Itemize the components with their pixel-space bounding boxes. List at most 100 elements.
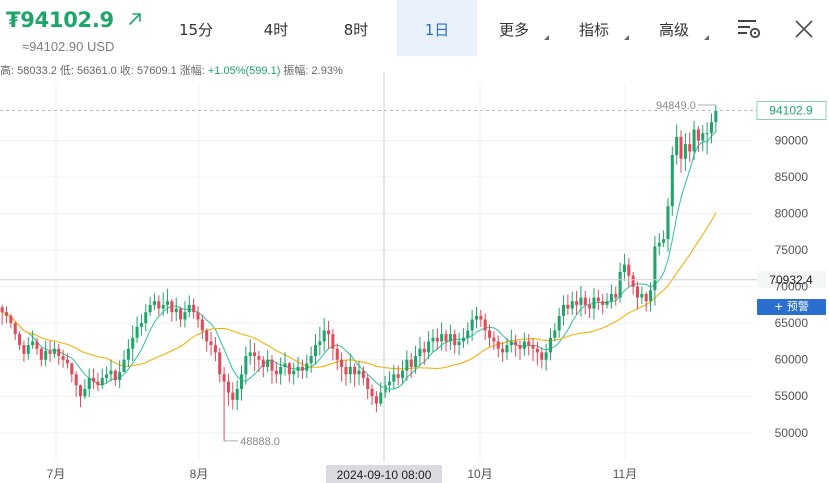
candle-body [205,330,209,342]
x-tick-label: 8月 [190,467,209,481]
candle-body [692,129,696,152]
ma-slow-line [1,212,717,370]
candle-body [96,381,100,386]
y-tick-label: 70000 [775,280,809,294]
candle-body [166,301,170,305]
tab-1[interactable]: 4时 [240,0,312,56]
tab-2[interactable]: 8时 [318,0,394,56]
candle-body [292,370,296,375]
candle-body [531,345,535,349]
candle-body [126,348,130,360]
candle-body [74,374,78,386]
candle-body [448,334,452,342]
tab-label: 8时 [343,21,369,39]
candle-body [340,359,344,367]
candle-body [609,293,613,302]
tab-0[interactable]: 15分 [160,0,232,56]
candle-body [83,388,87,397]
candle-body [670,155,674,207]
candle-body [144,312,148,324]
candle-body [387,381,391,386]
candle-body [496,341,500,349]
tab-label: 4时 [263,21,289,39]
ohlc-stats: 高: 58033.2 低: 56361.0 收: 57609.1 涨幅: +1.… [0,62,343,78]
candle-body [279,367,283,375]
candle-body [100,377,104,386]
tab-5[interactable]: 指标 [557,0,631,56]
candle-body [444,334,448,342]
add-alert-button[interactable]: + 预警 [757,299,826,315]
candle-body [313,345,318,357]
tab-label: 1日 [424,21,450,39]
candle-body [305,363,309,371]
dropdown-indicator-icon [544,35,549,40]
candle-body [5,312,9,316]
candle-body [414,356,418,367]
y-axis: 50000 55000 60000 65000 70000 75000 80000 85000… [775,133,809,439]
candle-body [596,297,600,302]
candle-body [488,330,492,338]
candle-body [592,297,596,309]
candle-body [270,359,274,371]
candle-body [527,341,531,346]
candle-body [35,341,39,349]
candle-body [588,304,592,309]
candle-body [161,304,165,309]
candle-body [461,337,465,342]
candle-body [548,337,552,353]
candle-body [213,345,217,353]
candle-body [505,345,509,353]
candle-body [709,122,713,134]
tab-6[interactable]: 高级 [637,0,711,56]
dropdown-indicator-icon [704,35,709,40]
candle-body [222,374,226,382]
candle-body [474,315,479,320]
candle-body [705,133,709,135]
chart-settings-icon[interactable] [736,18,762,40]
candle-body [514,341,518,346]
candle-body [113,370,117,381]
candle-body [209,341,213,346]
candle-body [200,319,204,331]
candle-body [374,396,378,404]
last-price-label: 94102.9 [769,103,813,117]
tab-label: 高级 [658,21,689,39]
x-tick-label: 11月 [613,467,637,481]
stats-part-2: 振幅: 2.93% [280,65,343,77]
candle-body [318,341,322,346]
tab-label: 更多 [498,21,529,39]
candle-body [631,275,635,287]
tab-4[interactable]: 更多 [477,0,551,56]
candle-body [61,356,65,360]
tab-3[interactable]: 1日 [397,0,477,56]
candle-body [535,348,539,353]
candle-body [309,356,313,364]
candle-body [618,272,622,298]
candle-body [139,323,143,327]
candle-body [52,348,56,354]
tab-label: 15分 [178,21,214,39]
candle-body [70,363,74,375]
candle-body [105,374,109,378]
candle-body [418,348,422,357]
candle-body [696,129,700,141]
current-price: ₮94102.9 [6,8,114,32]
candle-body [353,367,357,375]
y-tick-label: 90000 [775,133,809,147]
candle-body [553,330,557,338]
candle-body [196,312,200,320]
candle-body [622,264,626,272]
candle-body [327,330,331,335]
candle-body [440,334,444,342]
candle-body [644,293,648,302]
close-icon[interactable] [794,19,814,39]
candle-body [226,381,230,393]
candle-body [157,301,161,309]
candle-body [396,374,400,378]
candle-body [92,377,96,382]
candle-body [570,301,574,309]
stats-change: +1.05%(599.1) [207,65,281,77]
candle-body [109,370,113,375]
candle-body [405,359,409,371]
candle-body [457,341,461,346]
